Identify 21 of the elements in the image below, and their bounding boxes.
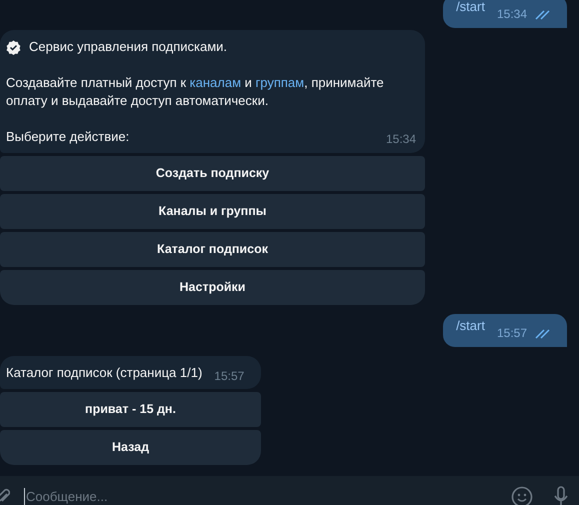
message-text: Каталог подписок (страница 1/1): [6, 364, 202, 382]
message-time: 15:34: [386, 131, 416, 148]
text-link[interactable]: каналам: [190, 75, 242, 90]
message-text: Сервис управления подписками.: [29, 38, 228, 56]
text-link[interactable]: группам: [256, 75, 304, 90]
emoji-icon[interactable]: [511, 486, 533, 505]
message-text: /start: [456, 0, 485, 16]
message-input-field[interactable]: Сообщение...: [26, 488, 511, 505]
message-time: 15:34: [496, 6, 527, 23]
message-time: 15:57: [496, 325, 527, 342]
inline-keyboard-button[interactable]: Настройки: [0, 270, 425, 305]
inline-keyboard-button[interactable]: Каталог подписок: [0, 232, 425, 267]
message-text: Выберите действие:: [6, 128, 130, 146]
message-text: Создавайте платный доступ к каналам и группам, принимайте оплату и выдавайте доступ автоматически.: [6, 74, 385, 110]
inline-keyboard-button[interactable]: Создать подписку: [0, 156, 425, 191]
microphone-icon[interactable]: [553, 486, 569, 505]
inline-keyboard-button[interactable]: приват - 15 дн.: [0, 392, 261, 427]
message-time: 15:57: [214, 368, 244, 385]
inline-keyboard-button[interactable]: Каналы и группы: [0, 194, 425, 229]
message-text: /start: [456, 316, 485, 334]
inline-keyboard-button[interactable]: Назад: [0, 430, 261, 465]
